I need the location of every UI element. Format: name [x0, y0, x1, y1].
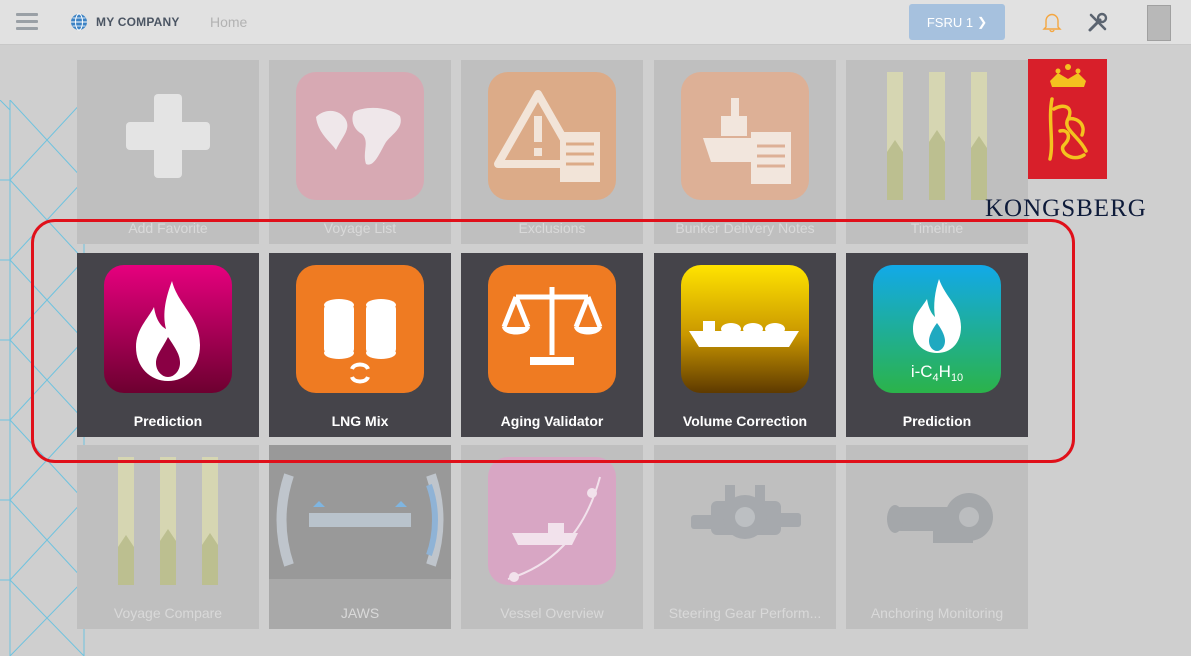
vessel-select-label: FSRU 1 — [926, 14, 974, 30]
tile-jaws[interactable]: JAWS — [269, 445, 451, 629]
tile-label: Aging Validator — [500, 413, 604, 429]
menu-icon[interactable] — [16, 13, 38, 31]
tile-volume-correction[interactable]: Volume Correction — [654, 253, 836, 437]
tile-label: Exclusions — [518, 220, 586, 236]
tile-voyage-compare[interactable]: Voyage Compare — [77, 445, 259, 629]
ship-document-icon — [681, 72, 809, 200]
tile-aging-validator[interactable]: Aging Validator — [461, 253, 643, 437]
emblem-icon[interactable] — [1147, 5, 1171, 41]
lng-carrier-icon — [681, 265, 809, 393]
lattice-decoration — [0, 100, 85, 656]
tile-label: Steering Gear Perform... — [668, 605, 822, 621]
tile-label: JAWS — [340, 605, 380, 621]
tile-voyage-list[interactable]: Voyage List — [269, 60, 451, 244]
plus-icon — [126, 94, 210, 178]
balance-scale-icon — [488, 265, 616, 393]
tile-prediction-2[interactable]: i-C4H10 Prediction — [846, 253, 1028, 437]
anchor-winch-icon — [887, 493, 993, 543]
vessel-select[interactable]: FSRU 1 ❯ — [909, 4, 1005, 40]
chevron-down-icon: ❯ — [977, 15, 988, 29]
vessel-route-icon — [488, 457, 616, 585]
tile-label: Voyage Compare — [113, 605, 223, 621]
tools-icon[interactable] — [1086, 10, 1110, 34]
gauge-icon — [269, 445, 451, 579]
tile-label: Prediction — [902, 413, 972, 429]
breadcrumb: Home — [210, 14, 248, 30]
tile-exclusions[interactable]: Exclusions — [461, 60, 643, 244]
compare-bars-icon — [118, 457, 218, 585]
top-bar: MY COMPANY Home FSRU 1 ❯ — [0, 0, 1191, 45]
warning-document-icon — [488, 72, 616, 200]
steering-gear-icon — [691, 485, 801, 539]
tile-label: Vessel Overview — [500, 605, 604, 621]
tile-prediction[interactable]: Prediction — [77, 253, 259, 437]
tile-label: LNG Mix — [331, 413, 389, 429]
tile-lng-mix[interactable]: LNG Mix — [269, 253, 451, 437]
tile-label: Add Favorite — [128, 220, 208, 236]
brand-name: KONGSBERG — [985, 195, 1147, 222]
tile-vessel-overview[interactable]: Vessel Overview — [461, 445, 643, 629]
tile-anchoring-monitoring[interactable]: Anchoring Monitoring — [846, 445, 1028, 629]
flame-formula-icon: i-C4H10 — [873, 265, 1001, 393]
tile-bunker-delivery-notes[interactable]: Bunker Delivery Notes — [654, 60, 836, 244]
tile-add-favorite[interactable]: Add Favorite — [77, 60, 259, 244]
crown-monogram-icon — [1048, 64, 1088, 161]
tile-label: Anchoring Monitoring — [870, 605, 1004, 621]
bell-icon[interactable] — [1040, 10, 1064, 34]
globe-icon — [71, 13, 87, 31]
company-name[interactable]: MY COMPANY — [96, 15, 180, 29]
tile-label: Volume Correction — [682, 413, 808, 429]
tile-label: Voyage List — [323, 220, 397, 236]
tile-label: Prediction — [133, 413, 203, 429]
tile-steering-gear-performance[interactable]: Steering Gear Perform... — [654, 445, 836, 629]
timeline-bars-icon — [887, 72, 987, 200]
kongsberg-logo — [1028, 59, 1107, 179]
tile-label: Bunker Delivery Notes — [675, 220, 815, 236]
world-map-icon — [296, 72, 424, 200]
tanks-icon — [296, 265, 424, 393]
flame-icon — [104, 265, 232, 393]
